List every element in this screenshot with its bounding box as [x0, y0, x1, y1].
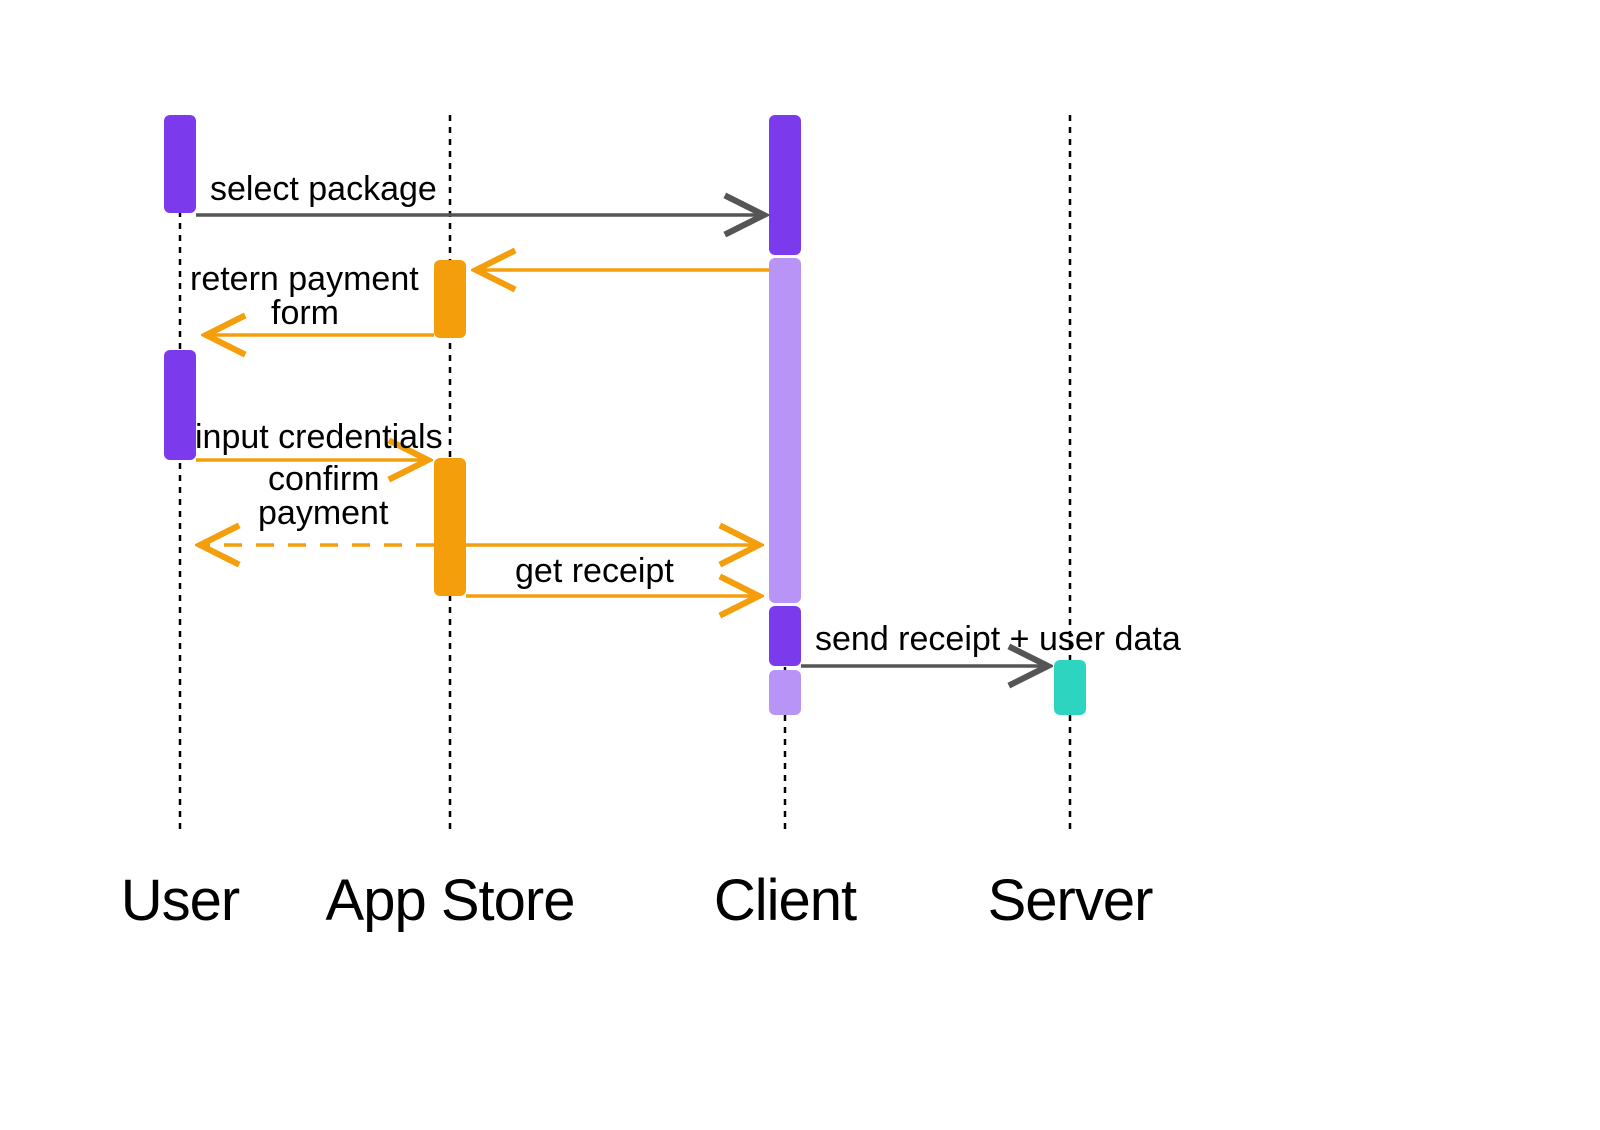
- activation-user-1: [164, 115, 196, 213]
- label-input-cred-2: confirm: [268, 460, 379, 498]
- label-input-cred-1: input credentials: [195, 418, 443, 456]
- label-select-package: select package: [210, 170, 437, 208]
- activation-user-2: [164, 350, 196, 460]
- lane-label-client: Client: [714, 868, 857, 933]
- label-input-cred-3: payment: [258, 494, 389, 532]
- activation-server: [1054, 660, 1086, 715]
- activation-appstore-1: [434, 260, 466, 338]
- activation-client-tail: [769, 670, 801, 715]
- lane-label-server: Server: [988, 868, 1154, 933]
- label-send-receipt: send receipt + user data: [815, 620, 1181, 658]
- activation-client-light: [769, 258, 801, 603]
- label-return-payment-1: retern payment: [190, 260, 419, 298]
- lane-label-appstore: App Store: [326, 868, 575, 933]
- lane-label-user: User: [121, 868, 240, 933]
- sequence-diagram: select package retern payment form input…: [0, 0, 1600, 1130]
- label-return-payment-2: form: [271, 294, 339, 332]
- label-get-receipt: get receipt: [515, 552, 674, 590]
- activation-client-dark-mid: [769, 606, 801, 666]
- activation-client-dark-top: [769, 115, 801, 255]
- activation-appstore-2: [434, 458, 466, 596]
